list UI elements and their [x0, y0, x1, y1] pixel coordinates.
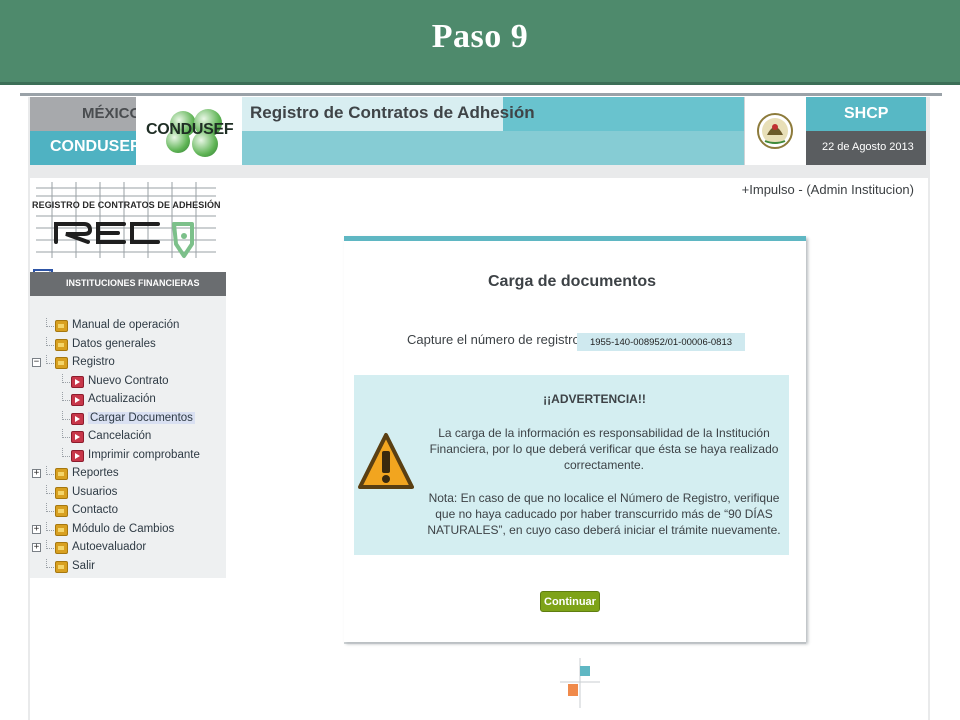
sidebar-item[interactable]: + Reportes [30, 466, 226, 483]
sidebar-item[interactable]: Manual de operación [30, 318, 226, 335]
continue-button[interactable]: Continuar [540, 591, 600, 612]
page-content: +Impulso - (Admin Institucion) REGISTRO … [30, 178, 928, 720]
warning-icon [358, 431, 414, 493]
condusef-logo[interactable]: CONDUSEF [136, 97, 242, 165]
folder-icon [55, 505, 68, 517]
sidebar-item-label: Contacto [72, 504, 119, 516]
registration-label: Capture el número de registro: [407, 332, 584, 347]
sidebar-item-label: Cancelación [88, 430, 152, 442]
sidebar-item-label: Datos generales [72, 337, 156, 350]
sidebar-item[interactable]: Nuevo Contrato [30, 373, 226, 391]
sidebar-item[interactable]: Contacto [30, 503, 226, 520]
folder-icon [55, 357, 68, 369]
shcp-label-box: SHCP [806, 97, 926, 131]
collapse-icon[interactable]: − [32, 358, 41, 367]
reca-logo[interactable]: REGISTRO DE CONTRATOS DE ADHESIÓN [32, 182, 221, 262]
sidebar-item[interactable]: + Autoevaluador [30, 540, 226, 557]
condusef-label: CONDUSEF [50, 138, 140, 155]
folder-icon [55, 338, 68, 351]
sidebar-item-label: Reportes [72, 467, 119, 479]
sidebar-item[interactable]: Salir [30, 558, 226, 576]
sidebar-item[interactable]: Datos generales [30, 336, 226, 354]
app-title-band: Registro de Contratos de Adhesión [242, 97, 744, 131]
slide-title: Paso 9 [431, 18, 529, 55]
sidebar-item-label: Manual de operación [72, 319, 180, 331]
card-title: Carga de documentos [487, 273, 657, 290]
sidebar-item[interactable]: Cancelación [30, 429, 226, 446]
sidebar-item[interactable]: Actualización [30, 392, 226, 409]
folder-icon [55, 560, 68, 573]
folder-icon [55, 320, 68, 332]
sidebar-item-label: Módulo de Cambios [72, 522, 175, 535]
page-icon [71, 394, 84, 406]
warning-note: Nota: En caso de que no localice el Núme… [427, 491, 781, 537]
sidebar-item-label: Registro [72, 356, 115, 368]
app-header: MÉXICO CONDUSEF CONDUSEF Registro de Con… [30, 97, 926, 165]
folder-icon [55, 486, 68, 499]
section-title: INSTITUCIONES FINANCIERAS [66, 278, 200, 288]
mexico-seal-icon [744, 97, 806, 165]
sidebar-item-label: Salir [72, 559, 96, 572]
warning-text: La carga de la información es responsabi… [429, 426, 779, 472]
page-icon [71, 431, 84, 443]
expand-icon[interactable]: + [32, 469, 41, 478]
user-info[interactable]: +Impulso - (Admin Institucion) [742, 182, 914, 197]
sidebar-item-label: Usuarios [72, 485, 118, 498]
expand-icon[interactable]: + [32, 524, 41, 534]
expand-icon[interactable]: + [32, 543, 41, 552]
section-header: INSTITUCIONES FINANCIERAS [30, 272, 226, 296]
app-title: Registro de Contratos de Adhesión [250, 103, 535, 122]
sidebar-item[interactable]: + Módulo de Cambios [30, 521, 226, 539]
sidebar-item-label: Autoevaluador [72, 541, 147, 553]
folder-icon [55, 468, 68, 480]
sidebar-item-label: Cargar Documentos [88, 411, 195, 424]
footer-logo-icon [560, 658, 600, 708]
sidebar-item[interactable]: Cargar Documentos [30, 410, 226, 428]
condusef-logo-text: CONDUSEF [146, 121, 234, 138]
sidebar-item[interactable]: − Registro [30, 355, 226, 372]
condusef-label-box: CONDUSEF [30, 131, 140, 165]
warning-box: ¡¡ADVERTENCIA!! La carga de la informaci… [354, 375, 789, 555]
sidebar-item-label: Actualización [88, 393, 156, 405]
sidebar-item-label: Imprimir comprobante [88, 448, 200, 461]
page-icon [71, 375, 84, 388]
current-date: 22 de Agosto 2013 [822, 141, 914, 153]
slide-banner: Paso 9 [0, 0, 960, 85]
page-icon [71, 412, 84, 425]
shcp-label: SHCP [844, 105, 889, 122]
warning-title: ¡¡ADVERTENCIA!! [543, 392, 646, 406]
page-icon [71, 449, 84, 462]
folder-icon [55, 542, 68, 554]
sidebar-item[interactable]: Imprimir comprobante [30, 447, 226, 465]
registration-number-input[interactable] [577, 333, 745, 351]
upload-card: Carga de documentos Capture el número de… [344, 236, 806, 642]
date-box: 22 de Agosto 2013 [806, 131, 926, 165]
folder-icon [55, 523, 68, 536]
divider [20, 93, 942, 96]
reca-top-text: REGISTRO DE CONTRATOS DE ADHESIÓN [32, 200, 221, 210]
mexico-label-box: MÉXICO [30, 97, 141, 131]
sidebar-item-label: Nuevo Contrato [88, 374, 169, 387]
mexico-label: MÉXICO [82, 105, 142, 122]
header-band [242, 131, 744, 165]
sidebar-item[interactable]: Usuarios [30, 484, 226, 502]
